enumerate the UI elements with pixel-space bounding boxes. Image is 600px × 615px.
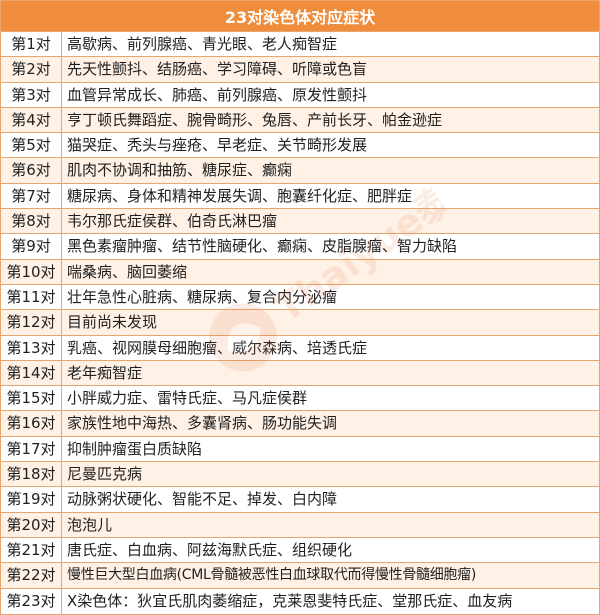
table-row: 第17对 抑制肿瘤蛋白质缺陷 (1, 436, 599, 463)
table-row: 第16对 家族性地中海热、多囊肾病、肠功能失调 (1, 411, 599, 437)
symptom-list: 喘桑病、脑回萎缩 (67, 262, 188, 281)
symptom-list: 糖尿病、身体和精神发展失调、胞囊纤化症、肥胖症 (67, 186, 413, 205)
chromosome-pair-label: 第5对 (1, 133, 62, 158)
table-row: 第5对 猫哭症、秃头与痤疮、早老症、关节畸形发展 (1, 133, 599, 159)
symptom-list: 壮年急性心脏病、糖尿病、复合内分泌瘤 (67, 287, 338, 306)
chromosome-pair-label: 第23对 (1, 588, 62, 614)
symptom-list: 小胖威力症、雷特氏症、马凡症侯群 (67, 389, 308, 408)
chromosome-pair-label: 第21对 (1, 537, 62, 563)
chromosome-pair-label: 第19对 (1, 487, 62, 512)
chromosome-pair-label: 第18对 (1, 462, 62, 487)
table-row: 第19对 动脉粥状硬化、智能不足、掉发、白内障 (1, 487, 599, 513)
chromosome-pair-label: 第22对 (1, 563, 62, 588)
chromosome-pair-label: 第4对 (1, 107, 62, 133)
table-row: 第2对 先天性颤抖、结肠癌、学习障碍、听障或色盲 (1, 57, 599, 83)
table-row: 第9对 黑色素瘤肿瘤、结节性脑硬化、癫痫、皮脂腺瘤、智力缺陷 (1, 234, 599, 260)
table-row: 第21对 唐氏症、白血病、阿兹海默氏症、组织硬化 (1, 537, 599, 564)
table-row: 第4对 亨丁顿氏舞蹈症、腕骨畸形、兔唇、产前长牙、帕金逊症 (1, 107, 599, 134)
symptom-list: 动脉粥状硬化、智能不足、掉发、白内障 (67, 490, 338, 509)
symptom-list: 老年痴智症 (67, 363, 143, 382)
symptom-list: 先天性颤抖、结肠癌、学习障碍、听障或色盲 (67, 60, 368, 79)
symptom-list: 高歇病、前列腺癌、青光眼、老人痴智症 (67, 35, 338, 53)
symptom-list: 尼曼匹克病 (67, 465, 143, 484)
chromosome-pair-label: 第8对 (1, 209, 62, 234)
table-row: 第11对 壮年急性心脏病、糖尿病、复合内分泌瘤 (1, 284, 599, 311)
table-row: 第15对 小胖威力症、雷特氏症、马凡症侯群 (1, 386, 599, 412)
symptom-list: 乳癌、视网膜母细胞瘤、威尔森病、培透氏症 (67, 338, 368, 357)
chromosome-pair-label: 第9对 (1, 234, 62, 259)
symptom-list: 唐氏症、白血病、阿兹海默氏症、组织硬化 (67, 540, 353, 559)
chromosome-pair-label: 第1对 (1, 32, 62, 57)
table-row: 第1对 高歇病、前列腺癌、青光眼、老人痴智症 (1, 32, 599, 58)
chromosome-symptom-table: 23对染色体对应症状 第1对 高歇病、前列腺癌、青光眼、老人痴智症 第2对 先天性颤抖… (0, 0, 600, 615)
symptom-list: 肌肉不协调和抽筋、糖尿症、癫痫 (67, 161, 293, 180)
symptom-list: 目前尚未发现 (67, 313, 158, 332)
chromosome-pair-label: 第13对 (1, 335, 62, 360)
chromosome-pair-label: 第10对 (1, 259, 62, 284)
symptom-list: 猫哭症、秃头与痤疮、早老症、关节畸形发展 (67, 136, 368, 155)
chromosome-pair-label: 第15对 (1, 386, 62, 411)
symptom-list: 慢性巨大型白血病(CML骨髓被恶性白血球取代而得慢性骨髓细胞瘤) (67, 567, 476, 584)
chromosome-pair-label: 第2对 (1, 57, 62, 82)
table-row: 第22对 慢性巨大型白血病(CML骨髓被恶性白血球取代而得慢性骨髓细胞瘤) (1, 563, 599, 589)
table-row: 第20对 泡泡儿 (1, 512, 599, 538)
chromosome-pair-label: 第17对 (1, 436, 62, 462)
symptom-list: X染色体：狄宜氏肌肉萎缩症，克莱恩斐特氏症、堂那氏症、血友病 (67, 591, 513, 610)
table-row: 第8对 韦尔那氏症侯群、伯奇氏淋巴瘤 (1, 209, 599, 235)
table-row: 第12对 目前尚未发现 (1, 310, 599, 336)
chromosome-pair-label: 第20对 (1, 512, 62, 537)
table-body: 第1对 高歇病、前列腺癌、青光眼、老人痴智症 第2对 先天性颤抖、结肠癌、学习障碍、听… (1, 32, 599, 614)
symptom-list: 血管异常成长、肺癌、前列腺癌、原发性颤抖 (67, 85, 368, 104)
symptom-list: 家族性地中海热、多囊肾病、肠功能失调 (67, 414, 338, 433)
symptom-list: 黑色素瘤肿瘤、结节性脑硬化、癫痫、皮脂腺瘤、智力缺陷 (67, 237, 458, 256)
chromosome-pair-label: 第12对 (1, 310, 62, 335)
symptom-list: 抑制肿瘤蛋白质缺陷 (67, 439, 203, 458)
table-row: 第23对 X染色体：狄宜氏肌肉萎缩症，克莱恩斐特氏症、堂那氏症、血友病 (1, 588, 599, 614)
chromosome-pair-label: 第11对 (1, 284, 62, 310)
chromosome-pair-label: 第16对 (1, 411, 62, 436)
table-row: 第13对 乳癌、视网膜母细胞瘤、威尔森病、培透氏症 (1, 335, 599, 361)
chromosome-pair-label: 第3对 (1, 82, 62, 107)
table-row: 第14对 老年痴智症 (1, 360, 599, 387)
table-row: 第18对 尼曼匹克病 (1, 462, 599, 488)
table-row: 第7对 糖尿病、身体和精神发展失调、胞囊纤化症、肥胖症 (1, 183, 599, 210)
chromosome-pair-label: 第6对 (1, 158, 62, 183)
table-row: 第10对 喘桑病、脑回萎缩 (1, 259, 599, 285)
chromosome-pair-label: 第14对 (1, 360, 62, 386)
table-row: 第6对 肌肉不协调和抽筋、糖尿症、癫痫 (1, 158, 599, 184)
symptom-list: 亨丁顿氏舞蹈症、腕骨畸形、兔唇、产前长牙、帕金逊症 (67, 110, 443, 129)
table-row: 第3对 血管异常成长、肺癌、前列腺癌、原发性颤抖 (1, 82, 599, 108)
symptom-list: 泡泡儿 (67, 515, 113, 534)
table-title: 23对染色体对应症状 (1, 1, 599, 32)
symptom-list: 韦尔那氏症侯群、伯奇氏淋巴瘤 (67, 212, 278, 231)
chromosome-pair-label: 第7对 (1, 183, 62, 209)
